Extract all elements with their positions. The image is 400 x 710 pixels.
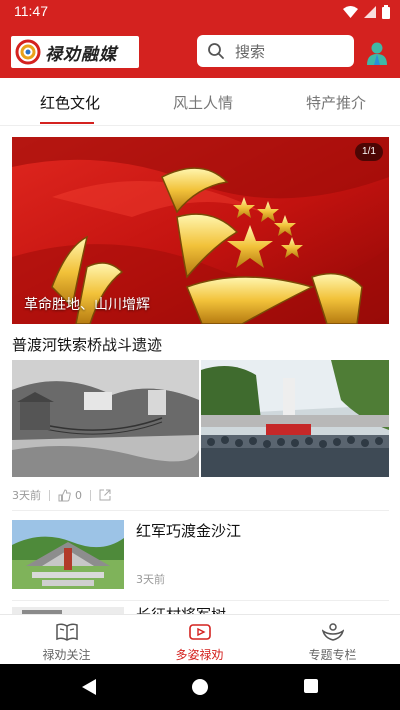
home-icon[interactable] xyxy=(192,679,208,695)
recents-icon[interactable] xyxy=(304,679,318,693)
status-time: 11:47 xyxy=(14,3,48,19)
active-tab-indicator xyxy=(40,122,94,124)
tab-specialty-products[interactable]: 特产推介 xyxy=(306,92,366,113)
list-divider xyxy=(12,510,389,511)
like-count: 0 xyxy=(75,488,82,502)
article-title[interactable]: 红军巧渡金沙江 xyxy=(136,520,241,541)
article-time: 3天前 xyxy=(12,489,41,502)
search-placeholder: 搜索 xyxy=(235,42,266,61)
signal-icon xyxy=(364,6,376,18)
article-image-bridge[interactable] xyxy=(12,360,199,477)
bottom-nav: 禄劝关注 多姿禄劝 专题专栏 xyxy=(0,614,400,664)
carousel-page-indicator: 1/1 xyxy=(355,143,383,161)
article-image-monument[interactable] xyxy=(201,360,389,477)
banner-carousel[interactable]: 1/1 革命胜地、山川增辉 xyxy=(12,137,389,324)
app-screen: 11:47 禄劝融媒 搜索 红色文化 风土人情 特产推介 1/1 革命胜地、山川… xyxy=(0,0,400,710)
banner-caption: 革命胜地、山川增辉 xyxy=(24,297,150,313)
status-bar: 11:47 xyxy=(0,0,400,24)
article-time: 3天前 xyxy=(136,573,165,586)
category-tabs: 红色文化 风土人情 特产推介 xyxy=(0,78,400,126)
nav-diverse-luquan[interactable]: 多姿禄劝 xyxy=(133,615,266,665)
search-input[interactable]: 搜索 xyxy=(197,35,354,67)
list-divider xyxy=(12,600,389,601)
status-icons xyxy=(343,5,390,19)
nav-label: 多姿禄劝 xyxy=(175,648,224,662)
article-thumbnail[interactable] xyxy=(12,520,124,589)
user-profile-icon[interactable] xyxy=(364,40,390,66)
meta-divider xyxy=(90,489,91,501)
app-logo: 禄劝融媒 xyxy=(11,36,139,68)
search-icon xyxy=(208,43,224,59)
article-title[interactable]: 普渡河铁索桥战斗遗迹 xyxy=(12,334,162,355)
hands-icon xyxy=(322,623,344,641)
article-meta: 3天前 0 xyxy=(12,487,392,503)
back-icon[interactable] xyxy=(82,679,96,695)
nav-special-topics[interactable]: 专题专栏 xyxy=(266,615,399,665)
thumbs-up-icon[interactable] xyxy=(58,488,71,502)
logo-text: 禄劝融媒 xyxy=(45,44,117,65)
logo-mark-icon xyxy=(15,39,41,65)
system-nav-bar xyxy=(0,664,400,710)
tab-local-customs[interactable]: 风土人情 xyxy=(173,92,233,113)
video-icon xyxy=(189,624,211,640)
nav-luquan-focus[interactable]: 禄劝关注 xyxy=(0,615,133,665)
nav-label: 专题专栏 xyxy=(308,648,357,662)
wifi-icon xyxy=(343,6,358,18)
battery-icon xyxy=(382,5,390,19)
nav-label: 禄劝关注 xyxy=(42,648,91,662)
tab-red-culture[interactable]: 红色文化 xyxy=(40,92,100,113)
book-icon xyxy=(56,623,78,641)
app-header: 禄劝融媒 搜索 xyxy=(0,24,400,78)
share-icon[interactable] xyxy=(99,489,111,501)
meta-divider xyxy=(49,489,50,501)
